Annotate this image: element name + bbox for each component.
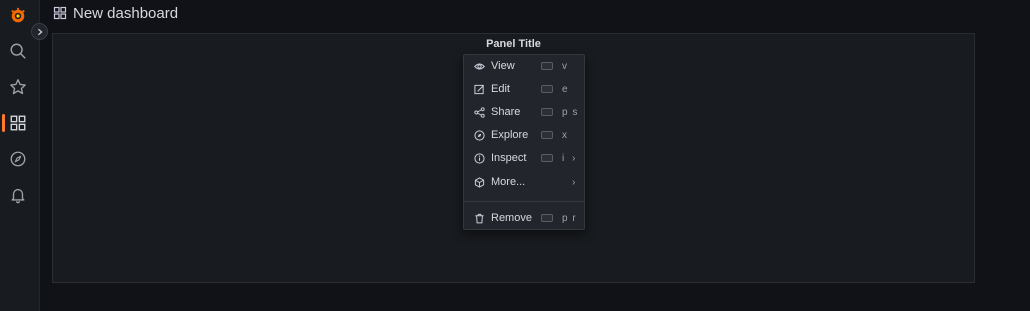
dashboards-icon[interactable] xyxy=(8,113,28,133)
explore-compass-icon[interactable] xyxy=(8,149,28,169)
chevron-right-icon: › xyxy=(572,176,576,188)
star-icon[interactable] xyxy=(8,77,28,97)
menu-item-share[interactable]: Share p s xyxy=(464,101,584,123)
panel-title[interactable]: Panel Title xyxy=(53,38,974,50)
menu-item-label: Explore xyxy=(491,129,529,141)
menu-item-remove[interactable]: Remove p r xyxy=(464,207,584,229)
cube-icon xyxy=(474,176,485,188)
compass-icon xyxy=(474,129,485,141)
shortcut-keys: e xyxy=(562,83,569,95)
shortcut-keys: i xyxy=(562,152,566,164)
bell-icon[interactable] xyxy=(8,185,28,205)
edit-icon xyxy=(474,84,485,95)
page-header: New dashboard xyxy=(53,3,178,23)
sidebar-expand-button[interactable] xyxy=(31,23,48,40)
trash-icon xyxy=(474,213,485,224)
menu-item-view[interactable]: View v xyxy=(464,55,584,77)
menu-item-label: View xyxy=(491,60,515,72)
panel-context-menu: View v Edit e Share p s Explore x Inspec… xyxy=(463,54,585,230)
info-icon xyxy=(474,152,485,164)
keyboard-icon xyxy=(541,214,553,222)
share-icon xyxy=(474,106,485,118)
keyboard-icon xyxy=(541,85,553,93)
keyboard-icon xyxy=(541,62,553,70)
shortcut-keys: p s xyxy=(562,106,579,118)
keyboard-icon xyxy=(541,131,553,139)
shortcut-keys: x xyxy=(562,129,568,141)
dashboard-title[interactable]: New dashboard xyxy=(73,5,178,22)
menu-divider xyxy=(464,201,584,202)
shortcut-keys: p r xyxy=(562,212,577,224)
chevron-right-icon: › xyxy=(572,152,576,164)
search-icon[interactable] xyxy=(8,41,28,61)
menu-item-label: Remove xyxy=(491,212,532,224)
menu-item-explore[interactable]: Explore x xyxy=(464,124,584,146)
eye-icon xyxy=(474,61,485,72)
menu-item-label: Inspect xyxy=(491,152,527,164)
active-indicator xyxy=(2,114,5,132)
keyboard-icon xyxy=(541,108,553,116)
keyboard-icon xyxy=(541,154,553,162)
menu-item-edit[interactable]: Edit e xyxy=(464,78,584,100)
menu-item-label: More... xyxy=(491,176,526,188)
chevron-right-icon xyxy=(37,28,43,35)
menu-item-label: Share xyxy=(491,106,521,118)
grafana-logo-icon[interactable] xyxy=(8,6,28,26)
dashboard-grid-icon xyxy=(53,6,67,20)
menu-item-inspect[interactable]: Inspect i › xyxy=(464,147,584,169)
sidebar xyxy=(0,0,40,311)
shortcut-keys: v xyxy=(562,60,568,72)
menu-item-more[interactable]: More... › xyxy=(464,171,584,193)
menu-item-label: Edit xyxy=(491,83,510,95)
